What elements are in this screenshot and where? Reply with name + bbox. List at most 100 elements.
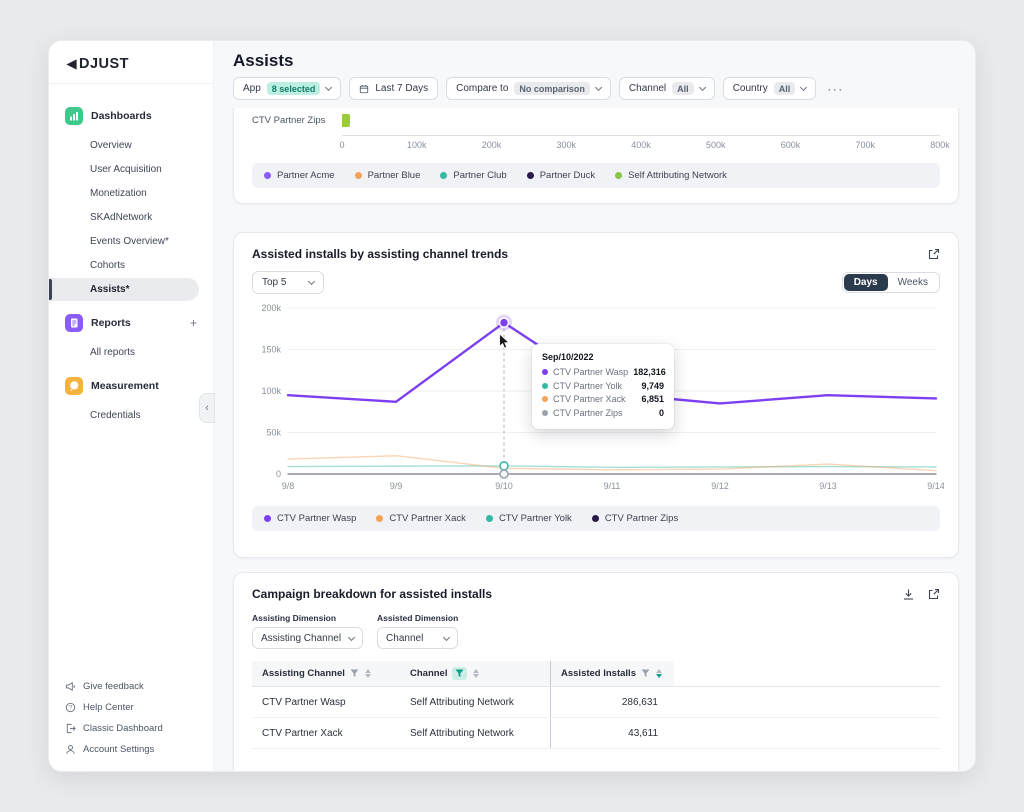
add-report-button[interactable]: + bbox=[190, 316, 197, 330]
date-range-filter[interactable]: Last 7 Days bbox=[349, 77, 438, 100]
app-filter[interactable]: App 8 selected bbox=[233, 77, 341, 100]
user-icon bbox=[65, 744, 76, 755]
legend-item[interactable]: CTV Partner Zips bbox=[592, 513, 678, 524]
tooltip-series-value: 9,749 bbox=[641, 381, 664, 391]
tooltip-row: CTV Partner Zips0 bbox=[542, 408, 664, 418]
column-header-channel[interactable]: Channel bbox=[400, 661, 550, 686]
column-label: Assisting Channel bbox=[262, 668, 345, 679]
compare-filter[interactable]: Compare to No comparison bbox=[446, 77, 611, 100]
column-header-assisting-channel[interactable]: Assisting Channel bbox=[252, 661, 400, 686]
brand-logo[interactable]: DJUST bbox=[49, 41, 213, 84]
sidebar-item-user-acquisition[interactable]: User Acquisition bbox=[49, 158, 213, 181]
sidebar-nav: Dashboards Overview User Acquisition Mon… bbox=[49, 84, 213, 671]
sort-icon[interactable] bbox=[473, 669, 479, 679]
legend-label: CTV Partner Yolk bbox=[499, 513, 572, 524]
sidebar-section-measurement[interactable]: Measurement bbox=[49, 369, 213, 403]
filter-funnel-icon-active[interactable] bbox=[452, 667, 467, 680]
table-cell: CTV Partner Wasp bbox=[252, 687, 400, 717]
legend-item[interactable]: Self Attributing Network bbox=[615, 170, 727, 181]
tooltip-rows: CTV Partner Wasp182,316CTV Partner Yolk9… bbox=[542, 367, 664, 418]
sidebar-item-credentials[interactable]: Credentials bbox=[49, 404, 213, 427]
channel-filter[interactable]: Channel All bbox=[619, 77, 715, 100]
table-row[interactable]: CTV Partner XackSelf Attributing Network… bbox=[252, 718, 940, 749]
export-icon[interactable] bbox=[927, 248, 940, 261]
assisted-installs-bar-chart-card: CTV Partner Zips 0100k200k300k400k500k60… bbox=[233, 108, 959, 204]
legend-label: Partner Blue bbox=[368, 170, 421, 181]
granularity-toggle: Days Weeks bbox=[842, 272, 940, 293]
legend-item[interactable]: Partner Acme bbox=[264, 170, 335, 181]
sidebar-footer: Give feedback ? Help Center Classic Dash… bbox=[49, 671, 213, 771]
footer-label: Account Settings bbox=[83, 744, 154, 755]
axis-tick-label: 700k bbox=[855, 140, 875, 150]
trend-chart-area[interactable]: 050k100k150k200k9/89/99/109/119/129/139/… bbox=[252, 300, 940, 496]
calendar-icon bbox=[359, 84, 369, 94]
tooltip-series-value: 6,851 bbox=[641, 394, 664, 404]
sidebar-item-cohorts[interactable]: Cohorts bbox=[49, 254, 213, 277]
account-settings-link[interactable]: Account Settings bbox=[65, 744, 197, 755]
legend-item[interactable]: CTV Partner Wasp bbox=[264, 513, 356, 524]
filter-label: Last 7 Days bbox=[375, 83, 428, 94]
sidebar-section-reports[interactable]: Reports + bbox=[49, 306, 213, 340]
sidebar-section-dashboards[interactable]: Dashboards bbox=[49, 99, 213, 133]
sidebar-item-monetization[interactable]: Monetization bbox=[49, 182, 213, 205]
legend-item[interactable]: Partner Club bbox=[440, 170, 506, 181]
filter-funnel-icon[interactable] bbox=[641, 669, 650, 678]
external-link-icon bbox=[65, 723, 76, 734]
toggle-days[interactable]: Days bbox=[844, 274, 888, 291]
sidebar-item-assists[interactable]: Assists* bbox=[49, 278, 199, 301]
legend-item[interactable]: CTV Partner Xack bbox=[376, 513, 466, 524]
assisted-dimension-select[interactable]: Channel bbox=[377, 627, 458, 649]
app-window: DJUST Dashboards Overview User Acquisiti… bbox=[48, 40, 976, 772]
filter-funnel-icon[interactable] bbox=[350, 669, 359, 678]
channel-filter-badge: All bbox=[672, 82, 694, 95]
select-value: Channel bbox=[386, 633, 423, 644]
legend-dot bbox=[527, 172, 534, 179]
table-cell: CTV Partner Xack bbox=[252, 718, 400, 748]
dashboards-icon bbox=[65, 107, 83, 125]
give-feedback-link[interactable]: Give feedback bbox=[65, 681, 197, 692]
legend-item[interactable]: Partner Blue bbox=[355, 170, 421, 181]
legend-dot bbox=[355, 172, 362, 179]
chart-tooltip: Sep/10/2022 CTV Partner Wasp182,316CTV P… bbox=[532, 344, 674, 429]
legend-item[interactable]: Partner Duck bbox=[527, 170, 595, 181]
svg-text:150k: 150k bbox=[261, 345, 281, 355]
table-row[interactable]: CTV Partner WaspSelf Attributing Network… bbox=[252, 687, 940, 718]
download-icon[interactable] bbox=[902, 588, 915, 601]
sort-icon[interactable] bbox=[656, 669, 662, 679]
filter-label: Compare to bbox=[456, 83, 508, 94]
top-n-select[interactable]: Top 5 bbox=[252, 271, 324, 294]
table-cell-filler bbox=[674, 718, 940, 748]
legend-item[interactable]: CTV Partner Yolk bbox=[486, 513, 572, 524]
top-chart-ticks: 0100k200k300k400k500k600k700k800k bbox=[342, 140, 940, 153]
legend-dot bbox=[264, 172, 271, 179]
sort-icon[interactable] bbox=[365, 669, 371, 679]
export-icon[interactable] bbox=[927, 588, 940, 601]
sidebar-item-all-reports[interactable]: All reports bbox=[49, 341, 213, 364]
tooltip-series-label: CTV Partner Zips bbox=[553, 408, 654, 418]
bar-segment[interactable] bbox=[342, 114, 350, 127]
feedback-icon bbox=[65, 681, 76, 692]
sidebar-item-events-overview[interactable]: Events Overview* bbox=[49, 230, 213, 253]
tooltip-series-dot bbox=[542, 410, 548, 416]
chevron-down-icon bbox=[325, 84, 332, 91]
column-header-assisted-installs[interactable]: Assisted Installs bbox=[550, 661, 674, 686]
sidebar-collapse-button[interactable]: ‹ bbox=[199, 393, 215, 423]
help-icon: ? bbox=[65, 702, 76, 713]
table-cell-filler bbox=[674, 687, 940, 717]
assisting-dimension-select[interactable]: Assisting Channel bbox=[252, 627, 363, 649]
country-filter[interactable]: Country All bbox=[723, 77, 817, 100]
page-title: Assists bbox=[233, 51, 959, 71]
breakdown-table: Assisting Channel Channel bbox=[252, 661, 940, 749]
sidebar-item-overview[interactable]: Overview bbox=[49, 134, 213, 157]
compare-filter-badge: No comparison bbox=[514, 82, 590, 95]
toggle-weeks[interactable]: Weeks bbox=[888, 274, 938, 291]
help-center-link[interactable]: ? Help Center bbox=[65, 702, 197, 713]
sidebar-item-skadnetwork[interactable]: SKAdNetwork bbox=[49, 206, 213, 229]
svg-text:?: ? bbox=[69, 706, 73, 712]
more-filters-button[interactable]: ··· bbox=[824, 82, 847, 96]
chevron-down-icon bbox=[595, 84, 602, 91]
classic-dashboard-link[interactable]: Classic Dashboard bbox=[65, 723, 197, 734]
trend-legend: CTV Partner Wasp CTV Partner Xack CTV Part… bbox=[252, 506, 940, 531]
tooltip-series-value: 182,316 bbox=[633, 367, 666, 377]
svg-text:50k: 50k bbox=[266, 428, 281, 438]
